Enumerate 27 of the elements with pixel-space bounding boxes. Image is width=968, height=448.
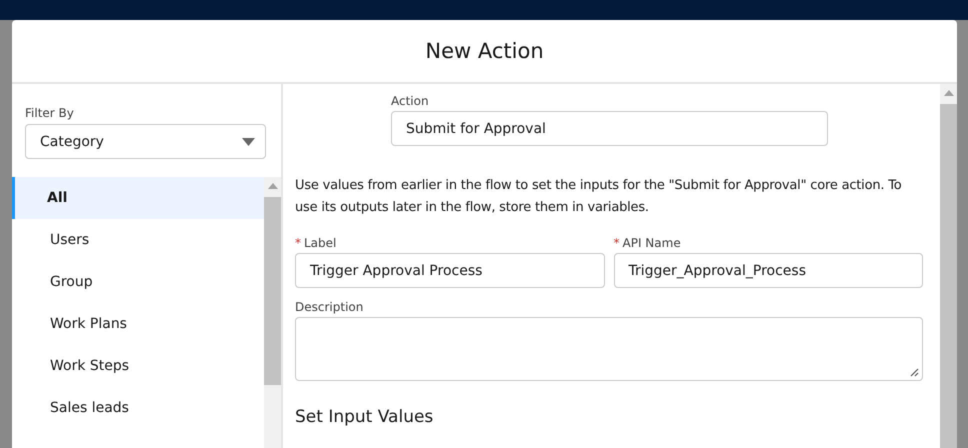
category-item[interactable]: Group bbox=[12, 261, 264, 303]
section-heading: Set Input Values bbox=[295, 407, 434, 427]
scroll-up-icon[interactable] bbox=[268, 183, 278, 189]
text-field[interactable]: Trigger Approval Process bbox=[295, 253, 604, 288]
scrollbar[interactable] bbox=[264, 177, 281, 448]
intro-text: Use values from earlier in the flow to set the inputs for the "Submit for Approval" core action. To use its outputs later in the flow, store them in variables. bbox=[295, 177, 903, 217]
required-marker: * bbox=[614, 236, 620, 250]
category-item[interactable]: Work Steps bbox=[12, 345, 264, 387]
category-item[interactable]: Users bbox=[12, 219, 264, 261]
caret-icon bbox=[242, 138, 255, 146]
resize-handle-icon[interactable] bbox=[910, 368, 919, 377]
filter-dropdown[interactable]: Category bbox=[25, 124, 266, 159]
field-label: Action bbox=[391, 94, 430, 108]
description-field[interactable] bbox=[295, 317, 923, 381]
text-field[interactable]: Trigger_Approval_Process bbox=[614, 253, 923, 288]
action-field[interactable]: Submit for Approval bbox=[391, 111, 828, 146]
scroll-up-icon[interactable] bbox=[944, 90, 954, 96]
category-item[interactable]: All bbox=[12, 177, 264, 219]
modal-title: New Action bbox=[425, 39, 544, 63]
category-item[interactable]: Sales leads bbox=[12, 387, 264, 429]
field-label: Filter By bbox=[25, 106, 75, 120]
required-marker: * bbox=[295, 236, 301, 250]
field-label: Label bbox=[304, 236, 336, 250]
field-label: API Name bbox=[622, 236, 681, 250]
field-label: Description bbox=[295, 300, 364, 314]
category-item[interactable]: Work Plans bbox=[12, 303, 264, 345]
scrollbar[interactable] bbox=[940, 84, 957, 448]
